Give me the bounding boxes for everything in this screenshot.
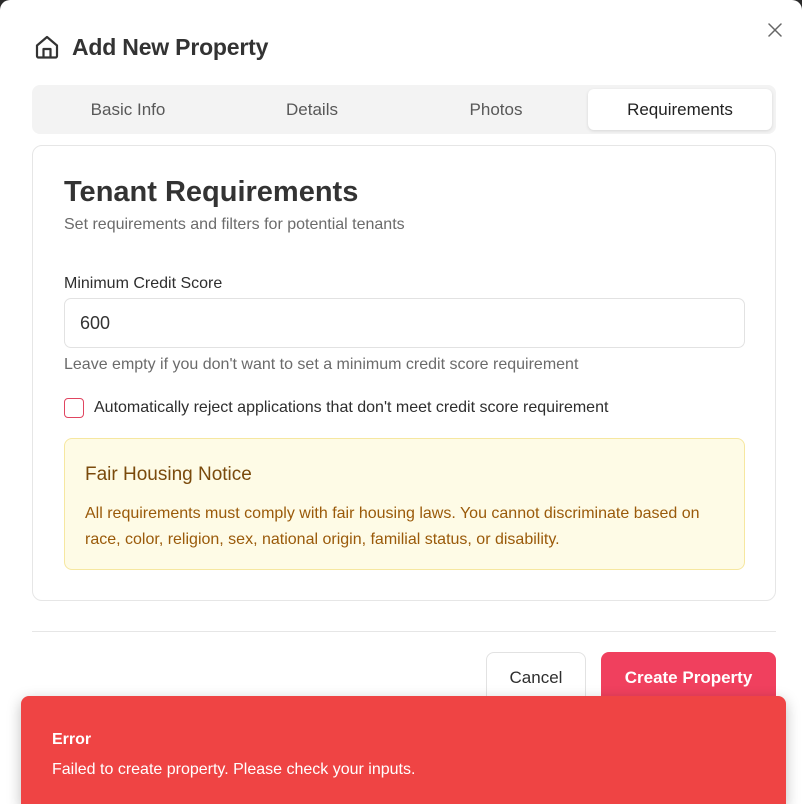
auto-reject-row: Automatically reject applications that d… <box>64 398 608 418</box>
notice-title: Fair Housing Notice <box>85 464 252 485</box>
section-title: Tenant Requirements <box>64 176 359 208</box>
section-subtitle: Set requirements and filters for potenti… <box>64 216 405 233</box>
close-icon <box>768 23 782 37</box>
tab-basic-info[interactable]: Basic Info <box>36 89 220 130</box>
tab-bar: Basic Info Details Photos Requirements <box>32 85 776 134</box>
dialog-title: Add New Property <box>72 33 269 60</box>
close-button[interactable] <box>766 21 784 39</box>
credit-score-input[interactable] <box>64 298 745 348</box>
auto-reject-label: Automatically reject applications that d… <box>94 399 609 416</box>
tab-details[interactable]: Details <box>220 89 404 130</box>
fair-housing-notice: Fair Housing Notice All requirements mus… <box>64 438 745 570</box>
toast-message: Failed to create property. Please check … <box>52 761 416 778</box>
toast-title: Error <box>52 731 92 748</box>
dialog-header: Add New Property <box>34 32 268 62</box>
error-toast: Error Failed to create property. Please … <box>21 696 786 804</box>
credit-score-label: Minimum Credit Score <box>64 275 223 292</box>
tab-requirements[interactable]: Requirements <box>588 89 772 130</box>
add-property-dialog: Add New Property Basic Info Details Phot… <box>0 0 802 804</box>
notice-text: All requirements must comply with fair h… <box>85 505 700 548</box>
requirements-card: Tenant Requirements Set requirements and… <box>32 145 776 601</box>
footer-divider <box>32 631 776 632</box>
tab-photos[interactable]: Photos <box>404 89 588 130</box>
home-icon <box>34 34 60 60</box>
credit-score-help: Leave empty if you don't want to set a m… <box>64 356 579 373</box>
auto-reject-checkbox[interactable] <box>64 398 84 418</box>
